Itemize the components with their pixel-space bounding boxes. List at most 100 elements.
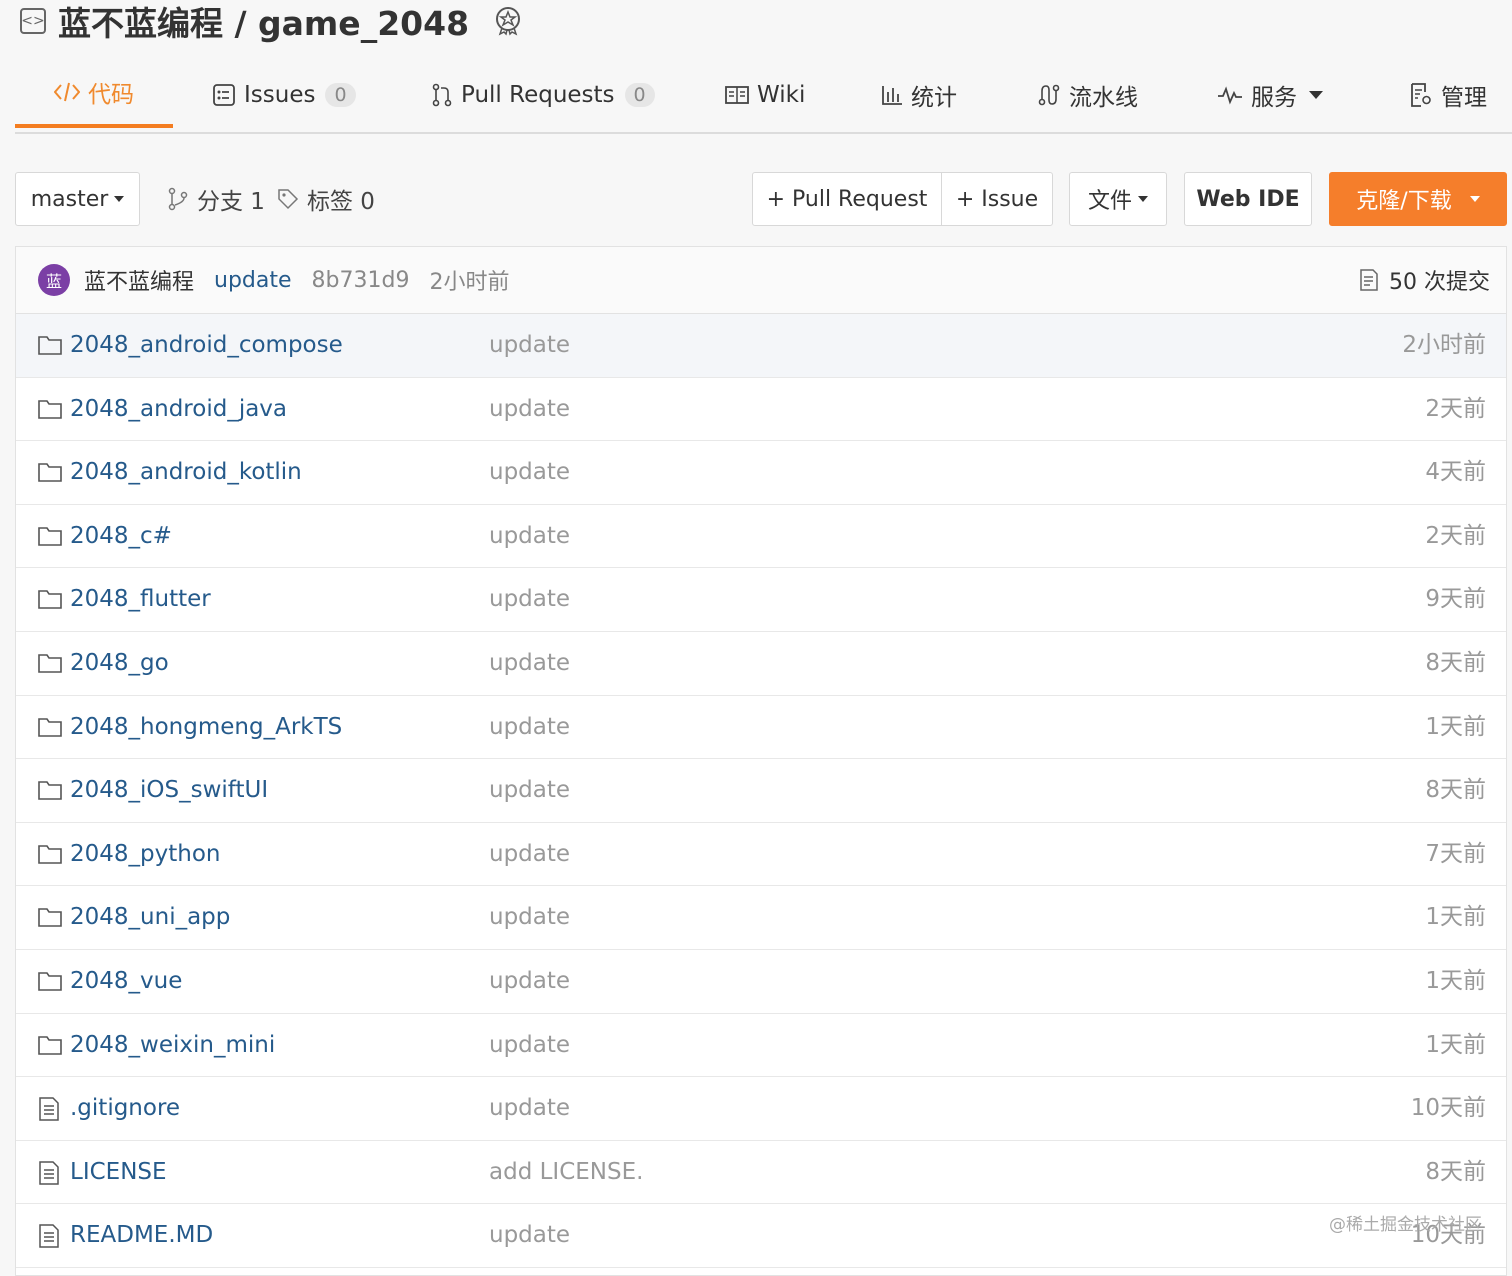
file-commit-time: 9天前 [1425,586,1486,613]
branch-select[interactable]: master [15,172,140,226]
folder-icon [38,398,62,420]
file-commit-time: 4天前 [1425,459,1486,486]
clone-download-button[interactable]: 克隆/下载 [1329,172,1507,226]
file-commit-message[interactable]: update [489,759,570,822]
file-name-link[interactable]: 2048_android_kotlin [70,441,302,504]
file-icon [38,1224,62,1249]
chevron-down-icon [1469,196,1480,202]
file-commit-message[interactable]: update [489,505,570,568]
tab-code[interactable]: 代码 [15,60,173,128]
latest-commit-bar: 蓝 蓝不蓝编程 update 8b731d9 2小时前 50 次提交 [16,247,1506,314]
tags-link[interactable]: 标签 0 [277,172,375,226]
file-name-link[interactable]: 2048_weixin_mini [70,1014,275,1077]
table-row[interactable]: 2048_android_compose update 2小时前 [16,314,1506,378]
file-commit-message[interactable]: update [489,568,570,631]
tab-stats[interactable]: 统计 [881,60,957,130]
file-commit-message[interactable]: update [489,886,570,949]
file-name-link[interactable]: .gitignore [70,1077,180,1140]
file-name-link[interactable]: 2048_vue [70,950,182,1013]
branches-link[interactable]: 分支 1 [167,172,265,226]
table-row[interactable]: 2048_weixin_mini update 1天前 [16,1014,1506,1078]
file-commit-time: 2小时前 [1402,332,1486,358]
avatar[interactable]: 蓝 [38,264,70,296]
repo-title[interactable]: 蓝不蓝编程 / game_2048 [58,0,469,45]
table-row[interactable]: LICENSE add LICENSE. 8天前 [16,1141,1506,1205]
tag-icon [278,189,299,210]
pipeline-icon [1037,83,1061,107]
tab-pipeline-label: 流水线 [1069,85,1138,111]
tab-service-label: 服务 [1251,85,1297,111]
file-commit-time: 8天前 [1425,649,1486,676]
tab-wiki[interactable]: Wiki [725,60,805,130]
commit-count-link[interactable]: 50 次提交 [1359,247,1490,313]
file-commit-message[interactable]: add LICENSE. [489,1141,643,1204]
file-name-link[interactable]: 2048_uni_app [70,886,230,949]
file-commit-time: 8天前 [1425,777,1486,804]
file-commit-message[interactable]: update [489,1014,570,1077]
code-icon [54,81,80,103]
file-name-link[interactable]: 2048_c# [70,505,172,568]
file-name-link[interactable]: 2048_hongmeng_ArkTS [70,696,342,759]
web-ide-button[interactable]: Web IDE [1184,172,1312,226]
commit-sha[interactable]: 8b731d9 [312,268,410,293]
tab-pipeline[interactable]: 流水线 [1037,60,1138,130]
chevron-down-icon [1138,196,1148,202]
file-commit-message[interactable]: update [489,378,570,441]
table-row[interactable]: 2048_hongmeng_ArkTS update 1天前 [16,696,1506,760]
watermark: @稀土掘金技术社区 [1329,1215,1482,1235]
table-row[interactable]: 2048_c# update 2天前 [16,505,1506,569]
tab-issues[interactable]: Issues 0 [212,60,356,130]
table-row[interactable]: 2048_vue update 1天前 [16,950,1506,1014]
tab-service[interactable]: 服务 [1217,60,1323,130]
file-commit-message[interactable]: update [489,314,570,377]
table-row[interactable]: 2048_go update 8天前 [16,632,1506,696]
file-name-link[interactable]: 2048_android_java [70,378,287,441]
table-row[interactable]: 2048_iOS_swiftUI update 8天前 [16,759,1506,823]
file-menu-button[interactable]: 文件 [1069,172,1167,226]
repo-code-icon: <> [20,8,46,34]
file-name-link[interactable]: README.MD [70,1204,213,1267]
branches-count: 分支 1 [197,189,265,215]
table-row[interactable]: README.MD update 10天前 [16,1204,1506,1268]
new-issue-button[interactable]: + Issue [941,172,1053,226]
new-pull-request-button[interactable]: + Pull Request [752,172,942,226]
tab-manage-label: 管理 [1441,85,1487,111]
file-name-link[interactable]: 2048_go [70,632,169,695]
file-name-link[interactable]: 2048_python [70,823,221,886]
file-commit-message[interactable]: update [489,696,570,759]
repo-toolbar: master 分支 1 标签 0 + Pull Request + Issue … [15,172,1507,226]
commit-message[interactable]: update [214,268,292,293]
file-commit-message[interactable]: update [489,441,570,504]
file-commit-time: 1天前 [1425,1031,1486,1058]
table-row[interactable]: 2048_android_kotlin update 4天前 [16,441,1506,505]
folder-icon [38,461,62,483]
commit-author[interactable]: 蓝不蓝编程 [84,264,194,296]
file-commit-time: 8天前 [1425,1158,1486,1185]
file-commit-message[interactable]: update [489,1204,570,1267]
file-name-link[interactable]: 2048_iOS_swiftUI [70,759,268,822]
file-commit-message[interactable]: update [489,1077,570,1140]
tab-manage[interactable]: 管理 [1409,60,1487,130]
repo-header: <> 蓝不蓝编程 / game_2048 [20,0,523,45]
table-row[interactable]: 2048_android_java update 2天前 [16,378,1506,442]
table-row[interactable]: 2048_python update 7天前 [16,823,1506,887]
table-row[interactable]: .gitignore update 10天前 [16,1077,1506,1141]
file-name-link[interactable]: LICENSE [70,1141,167,1204]
file-commit-message[interactable]: update [489,823,570,886]
file-commit-message[interactable]: update [489,632,570,695]
folder-icon [38,843,62,865]
file-name-link[interactable]: 2048_flutter [70,568,211,631]
file-commit-message[interactable]: update [489,950,570,1013]
file-commit-time: 2天前 [1425,395,1486,422]
file-commit-time: 1天前 [1425,904,1486,931]
folder-icon [38,1034,62,1056]
chevron-down-icon [1309,91,1323,99]
clone-download-label: 克隆/下载 [1356,189,1452,214]
file-commit-time: 1天前 [1425,713,1486,740]
file-name-link[interactable]: 2048_android_compose [70,314,343,377]
table-row[interactable]: 2048_uni_app update 1天前 [16,886,1506,950]
folder-icon [38,906,62,928]
commit-count: 50 次提交 [1389,270,1490,295]
table-row[interactable]: 2048_flutter update 9天前 [16,568,1506,632]
tab-pull-requests[interactable]: Pull Requests 0 [431,60,655,130]
